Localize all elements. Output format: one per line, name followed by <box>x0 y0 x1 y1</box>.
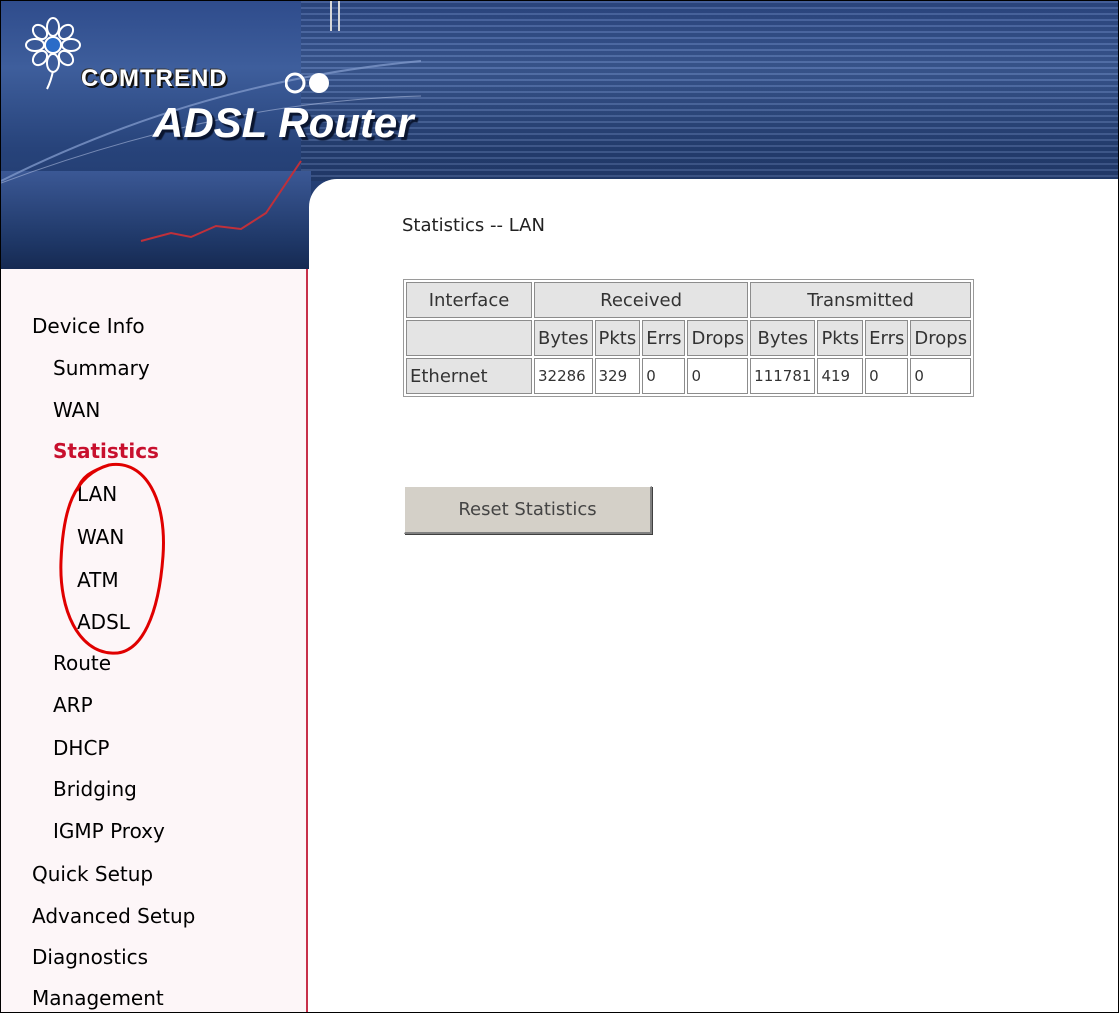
sidebar-item-device-info[interactable]: Device Info <box>32 314 145 338</box>
sidebar-item-route[interactable]: Route <box>53 651 111 675</box>
table-cell-tx-bytes: 111781 <box>750 358 816 394</box>
sidebar-item-statistics[interactable]: Statistics <box>53 439 159 463</box>
column-header-interface: Interface <box>406 282 532 318</box>
sidebar-item-statistics-wan[interactable]: WAN <box>77 525 124 549</box>
sidebar-item-igmp-proxy[interactable]: IGMP Proxy <box>53 819 165 843</box>
product-title: ADSL Router <box>153 99 414 146</box>
brand-dots-icon <box>285 72 329 94</box>
column-header-blank <box>406 320 532 356</box>
column-header-received: Received <box>534 282 749 318</box>
sidebar-item-dhcp[interactable]: DHCP <box>53 736 109 760</box>
table-cell-rx-drops: 0 <box>687 358 749 394</box>
table-row: Ethernet 32286 329 0 0 111781 419 0 0 <box>406 358 972 394</box>
browser-frame: COMTREND ADSL Router Device Info Summary… <box>0 0 1119 1013</box>
sidebar-item-wan[interactable]: WAN <box>53 398 100 422</box>
column-header-rx-pkts: Pkts <box>594 320 641 356</box>
sidebar-item-arp[interactable]: ARP <box>53 693 93 717</box>
flower-logo-icon <box>25 17 81 90</box>
sidebar-item-advanced-setup[interactable]: Advanced Setup <box>32 904 195 928</box>
table-cell-rx-bytes: 32286 <box>534 358 593 394</box>
column-header-tx-errs: Errs <box>865 320 909 356</box>
table-cell-tx-errs: 0 <box>865 358 909 394</box>
column-header-rx-bytes: Bytes <box>534 320 593 356</box>
row-interface-name: Ethernet <box>406 358 532 394</box>
reset-statistics-button[interactable]: Reset Statistics <box>404 486 652 534</box>
column-header-transmitted: Transmitted <box>750 282 972 318</box>
table-cell-tx-drops: 0 <box>910 358 972 394</box>
page-title: Statistics -- LAN <box>402 215 545 236</box>
sidebar-item-quick-setup[interactable]: Quick Setup <box>32 862 153 886</box>
sidebar-item-summary[interactable]: Summary <box>53 356 150 380</box>
sidebar-item-statistics-atm[interactable]: ATM <box>77 568 119 592</box>
table-cell-rx-errs: 0 <box>642 358 686 394</box>
statistics-table: Interface Received Transmitted Bytes Pkt… <box>403 279 975 397</box>
brand-name: COMTREND <box>81 65 228 92</box>
column-header-tx-bytes: Bytes <box>750 320 816 356</box>
table-cell-rx-pkts: 329 <box>594 358 641 394</box>
banner-stripes <box>301 1 1118 181</box>
table-cell-tx-pkts: 419 <box>817 358 864 394</box>
column-header-rx-drops: Drops <box>687 320 749 356</box>
sidebar-nav <box>1 269 308 1012</box>
sidebar-item-management[interactable]: Management <box>32 986 164 1010</box>
column-header-tx-pkts: Pkts <box>817 320 864 356</box>
column-header-tx-drops: Drops <box>910 320 972 356</box>
sidebar-item-diagnostics[interactable]: Diagnostics <box>32 945 148 969</box>
column-header-rx-errs: Errs <box>642 320 686 356</box>
sidebar-item-statistics-lan[interactable]: LAN <box>77 482 117 506</box>
sidebar-item-bridging[interactable]: Bridging <box>53 777 137 801</box>
sidebar-item-statistics-adsl[interactable]: ADSL <box>77 610 130 634</box>
